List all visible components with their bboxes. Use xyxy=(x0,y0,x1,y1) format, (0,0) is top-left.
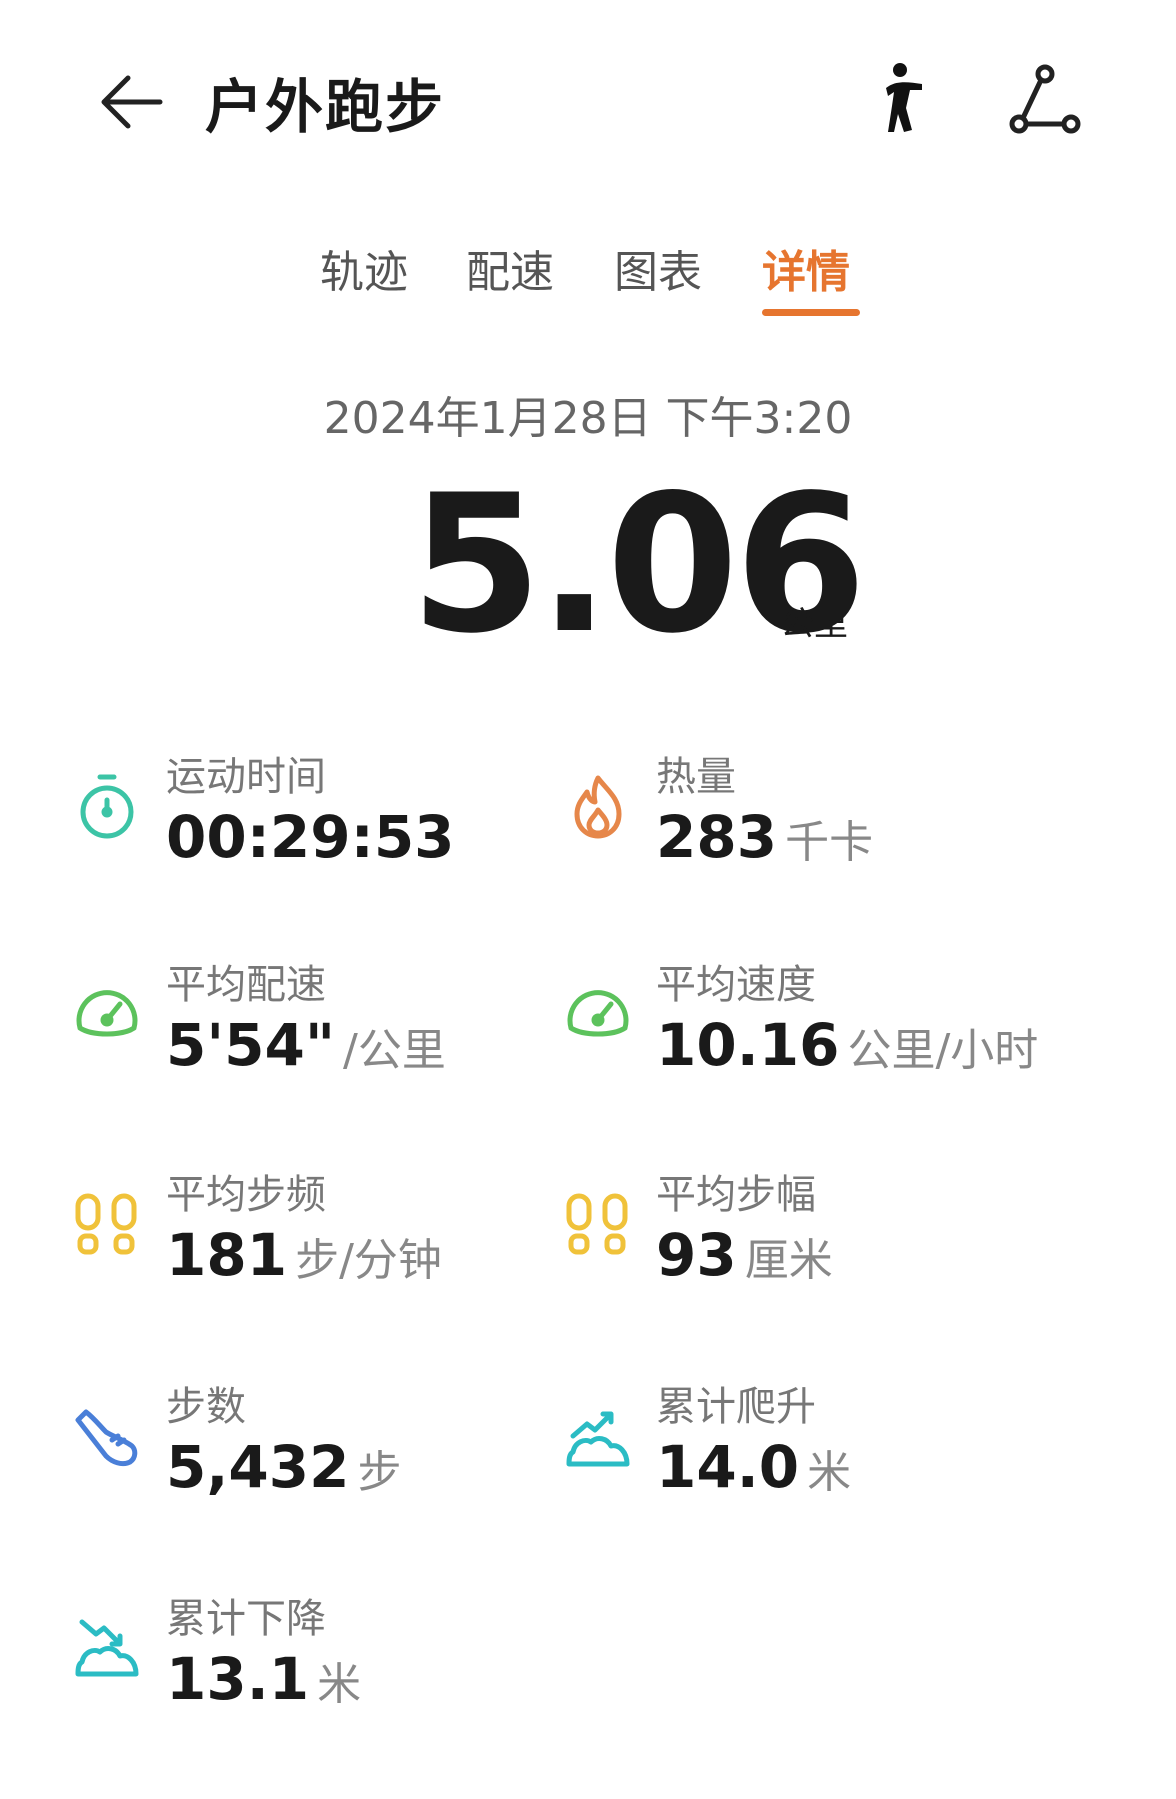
avg-cadence-value-row: 181 步/分钟 xyxy=(166,1226,442,1284)
tab-pace[interactable]: 配速 xyxy=(466,236,554,300)
footprints-icon xyxy=(563,1190,633,1260)
arrow-left-icon xyxy=(101,75,163,129)
avg-cadence-unit: 步/分钟 xyxy=(295,1235,442,1286)
footprints-icon xyxy=(72,1190,142,1260)
tab-track[interactable]: 轨迹 xyxy=(320,236,408,300)
running-mode-button[interactable] xyxy=(860,58,940,138)
mountain-up-icon xyxy=(563,1402,633,1472)
back-button[interactable] xyxy=(92,62,172,142)
shoe-icon xyxy=(72,1402,142,1472)
running-figure-icon xyxy=(886,63,922,132)
calories-unit: 千卡 xyxy=(785,817,874,868)
avg-pace-label: 平均配速 xyxy=(166,962,326,1008)
total-ascent-label: 累计爬升 xyxy=(656,1384,816,1430)
speedometer-icon xyxy=(72,980,142,1050)
avg-cadence-label: 平均步频 xyxy=(166,1172,326,1218)
calories-value-row: 283 千卡 xyxy=(656,808,873,866)
mountain-down-icon xyxy=(72,1612,142,1682)
share-button[interactable] xyxy=(1005,62,1085,142)
avg-speed-value-row: 10.16 公里/小时 xyxy=(656,1016,1038,1074)
share-nodes-icon xyxy=(1009,64,1081,134)
workout-date: 2024年1月28日 下午3:20 xyxy=(323,393,853,444)
active-tab-indicator xyxy=(762,309,860,316)
total-ascent-unit: 米 xyxy=(807,1447,852,1498)
total-ascent-value-row: 14.0 米 xyxy=(656,1438,851,1496)
calories-label: 热量 xyxy=(656,754,736,800)
total-descent-label: 累计下降 xyxy=(166,1596,326,1642)
calories-value: 283 xyxy=(656,803,778,871)
avg-speed-label: 平均速度 xyxy=(656,962,816,1008)
duration-value: 00:29:53 xyxy=(166,803,455,871)
avg-stride-value-row: 93 厘米 xyxy=(656,1226,833,1284)
steps-value: 5,432 xyxy=(166,1433,350,1501)
page-title: 户外跑步 xyxy=(205,73,446,141)
flame-icon xyxy=(563,772,633,842)
avg-pace-unit: /公里 xyxy=(343,1025,446,1076)
steps-unit: 步 xyxy=(357,1447,402,1498)
avg-stride-value: 93 xyxy=(656,1221,737,1289)
avg-stride-unit: 厘米 xyxy=(744,1235,833,1286)
tab-chart[interactable]: 图表 xyxy=(614,236,702,300)
steps-label: 步数 xyxy=(166,1384,246,1430)
tab-details[interactable]: 详情 xyxy=(762,236,850,300)
total-ascent-value: 14.0 xyxy=(656,1433,800,1501)
avg-pace-value-row: 5'54"/公里 xyxy=(166,1016,446,1074)
avg-speed-unit: 公里/小时 xyxy=(847,1025,1039,1076)
duration-value-row: 00:29:53 xyxy=(166,808,455,866)
distance-unit: 公里 xyxy=(780,604,848,644)
total-descent-value: 13.1 xyxy=(166,1645,310,1713)
total-descent-value-row: 13.1 米 xyxy=(166,1650,361,1708)
avg-stride-label: 平均步幅 xyxy=(656,1172,816,1218)
speedometer-icon xyxy=(563,980,633,1050)
avg-cadence-value: 181 xyxy=(166,1221,288,1289)
stopwatch-icon xyxy=(72,772,142,842)
avg-pace-value: 5'54" xyxy=(166,1011,336,1079)
avg-speed-value: 10.16 xyxy=(656,1011,840,1079)
duration-label: 运动时间 xyxy=(166,754,326,800)
total-descent-unit: 米 xyxy=(317,1659,362,1710)
steps-value-row: 5,432 步 xyxy=(166,1438,401,1496)
